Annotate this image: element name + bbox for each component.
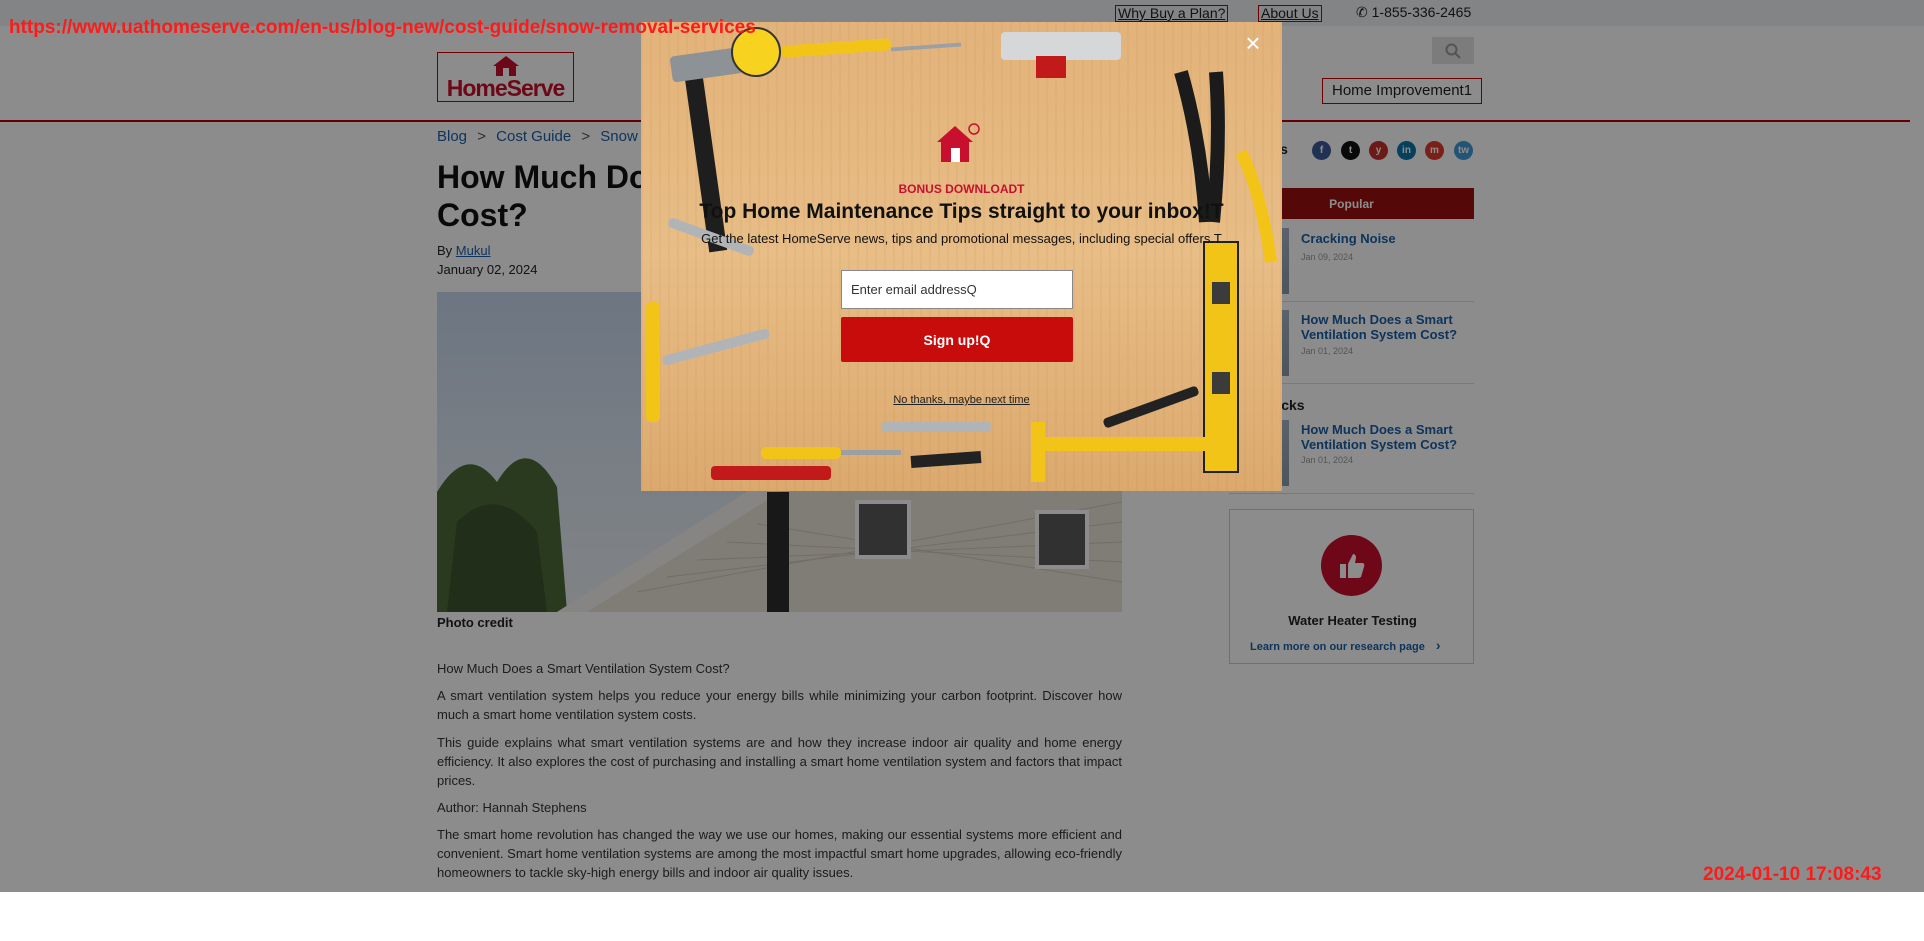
newsletter-modal: × BONUS DOWNLOADT Top Home Maintenance T… (641, 22, 1282, 491)
url-overlay: https://www.uathomeserve.com/en-us/blog-… (9, 17, 756, 38)
modal-headline: Top Home Maintenance Tips straight to yo… (699, 200, 1224, 223)
timestamp-overlay: 2024-01-10 17:08:43 (1703, 864, 1882, 885)
no-thanks-link[interactable]: No thanks, maybe next time (641, 394, 1282, 406)
modal-subline: Get the latest HomeServe news, tips and … (701, 231, 1222, 246)
web-page: Why Buy a Plan? About Us ✆ 1-855-336-246… (0, 0, 1924, 892)
email-field[interactable] (841, 270, 1073, 309)
sign-up-button[interactable]: Sign up!Q (841, 317, 1073, 362)
homeserve-house-icon (937, 123, 980, 162)
blank-area (0, 892, 1924, 941)
close-icon[interactable]: × (1241, 30, 1265, 56)
tools-background (646, 27, 1277, 482)
bonus-download-label: BONUS DOWNLOADT (898, 182, 1025, 196)
